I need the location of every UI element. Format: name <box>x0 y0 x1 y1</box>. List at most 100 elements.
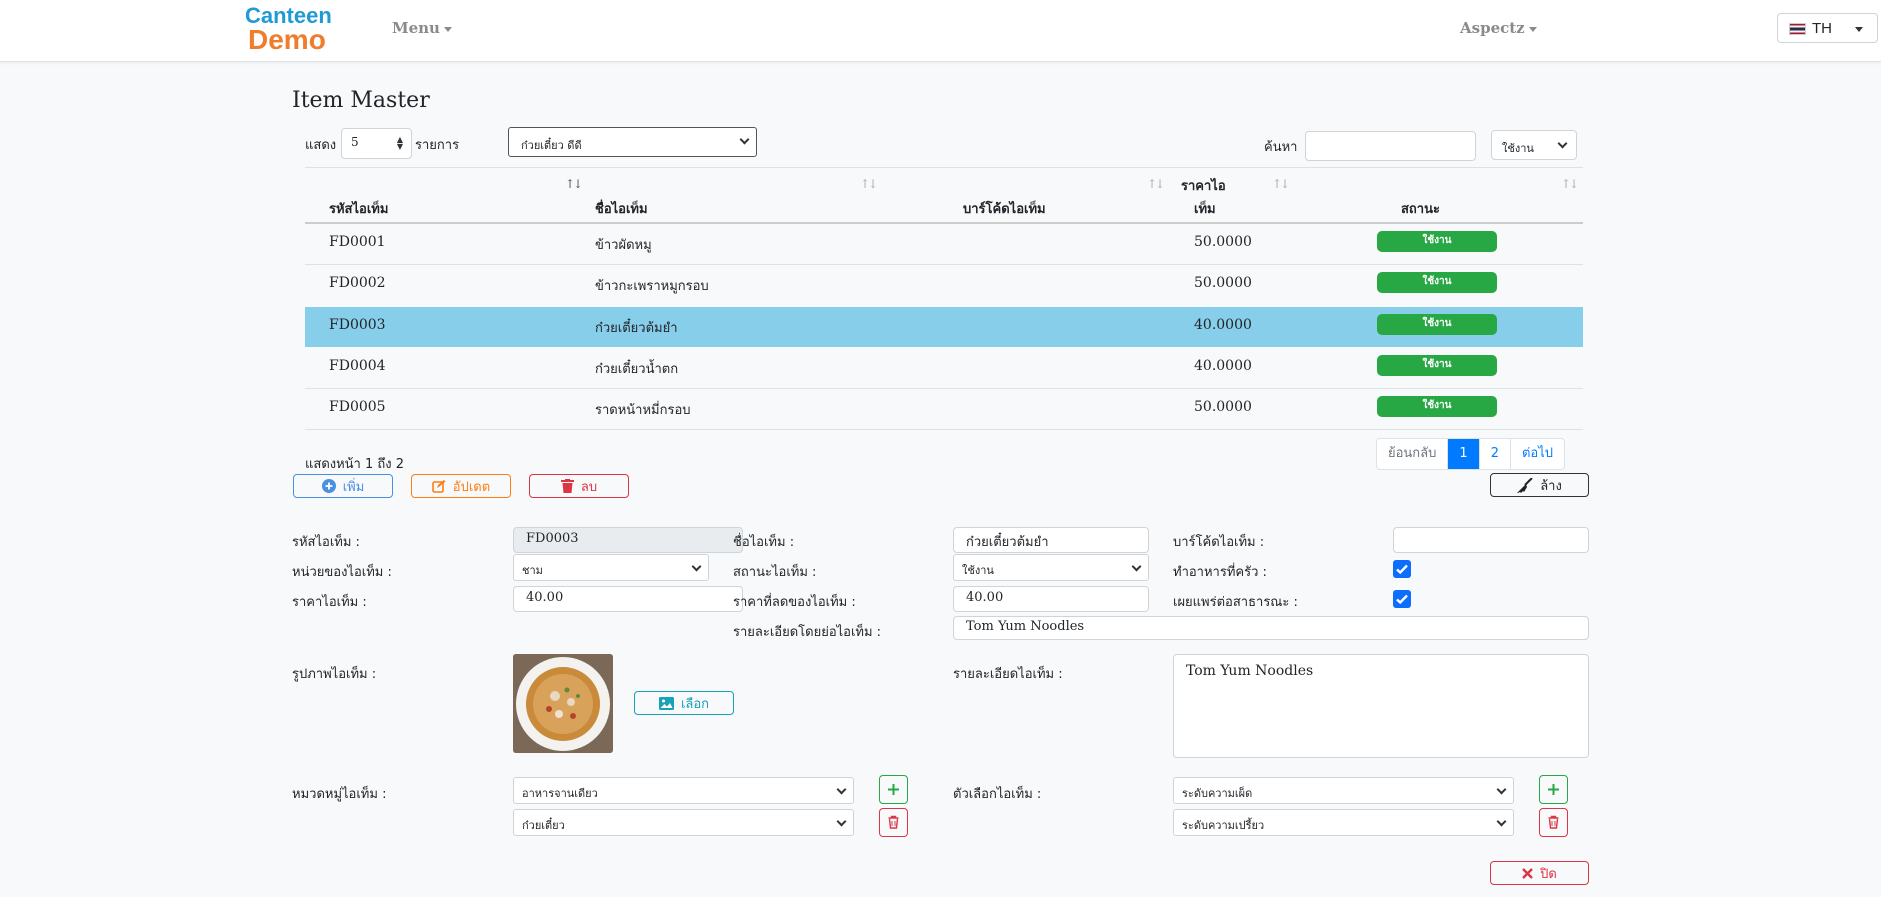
delete-button[interactable]: ลบ <box>529 474 629 498</box>
short-desc-label: รายละเอียดโดยย่อไอเท็ม : <box>733 625 882 640</box>
publish-label: เผยแพร่ต่อสาธารณะ : <box>1173 595 1298 610</box>
publish-checkbox[interactable] <box>1393 590 1411 608</box>
barcode-field[interactable] <box>1393 527 1589 553</box>
add-button[interactable]: เพิ่ม <box>293 474 393 498</box>
page-size-input[interactable]: 5 ▲ ▼ <box>341 128 412 159</box>
table-row-selected[interactable]: FD0003 ก๋วยเตี๋ยวต้มยำ 40.0000 ใช้งาน <box>305 307 1583 347</box>
close-icon <box>1522 867 1533 879</box>
search-input[interactable] <box>1305 131 1476 161</box>
name-field[interactable]: ก๋วยเตี๋ยวต้มยำ <box>953 527 1149 553</box>
pagination: ย้อนกลับ 1 2 ต่อไป <box>1376 438 1566 470</box>
chevron-down-icon <box>1855 27 1863 32</box>
table-top-border <box>305 167 1583 168</box>
sort-asc-icon[interactable]: ↑↓ <box>565 177 583 191</box>
cell-code: FD0003 <box>329 317 386 333</box>
unit-select-value: ชาม <box>522 564 543 577</box>
chevron-down-icon <box>1528 26 1537 32</box>
add-category-button[interactable] <box>879 775 908 804</box>
cell-code: FD0004 <box>329 358 386 374</box>
close-button[interactable]: ปิด <box>1490 861 1589 885</box>
choose-image-button[interactable]: เลือก <box>634 691 734 715</box>
prev-page-button[interactable]: ย้อนกลับ <box>1377 439 1447 469</box>
short-desc-field[interactable]: Tom Yum Noodles <box>953 616 1589 640</box>
plus-icon <box>1548 784 1559 795</box>
category-select-1[interactable]: อาหารจานเดียว <box>513 777 854 804</box>
sort-icon[interactable]: ↑↓ <box>860 177 878 191</box>
cell-price: 50.0000 <box>1194 275 1252 291</box>
status-badge: ใช้งาน <box>1377 231 1497 252</box>
plus-icon <box>888 784 899 795</box>
menu-label: Menu <box>392 19 440 37</box>
cell-name: ข้าวกะเพราหมูกรอบ <box>595 279 709 294</box>
chevron-down-icon <box>1496 784 1507 795</box>
unit-select[interactable]: ชาม <box>513 554 709 581</box>
name-label: ชื่อไอเท็ม : <box>733 535 795 550</box>
chevron-down-icon <box>836 816 847 827</box>
chevron-down-icon <box>836 784 847 795</box>
status-select[interactable]: ใช้งาน <box>953 554 1149 581</box>
page-1-button[interactable]: 1 <box>1447 439 1479 469</box>
th-barcode[interactable]: บาร์โค้ดไอเท็ม <box>963 198 1046 219</box>
plus-circle-icon <box>321 479 336 493</box>
cell-name: ก๋วยเตี๋ยวน้ำตก <box>595 362 679 377</box>
code-label: รหัสไอเท็ม : <box>292 535 360 550</box>
option-select-1[interactable]: ระดับความเผ็ด <box>1173 777 1514 804</box>
table-row[interactable]: FD0001 ข้าวผัดหมู 50.0000 ใช้งาน <box>305 224 1583 264</box>
sort-icon[interactable]: ↑↓ <box>1147 177 1165 191</box>
search-label: ค้นหา <box>1264 140 1298 155</box>
th-code[interactable]: รหัสไอเท็ม <box>329 198 388 219</box>
sort-icon[interactable]: ↑↓ <box>1561 177 1579 191</box>
category-select-2[interactable]: ก๋วยเตี๋ยว <box>513 809 854 836</box>
th-status[interactable]: สถานะ <box>1401 198 1440 219</box>
cell-name: ข้าวผัดหมู <box>595 238 652 253</box>
cell-code: FD0001 <box>329 234 386 250</box>
update-button[interactable]: อัปเดต <box>411 474 511 498</box>
trash-icon <box>888 815 899 829</box>
item-image <box>513 654 613 753</box>
option-select-2[interactable]: ระดับความเปรี้ยว <box>1173 809 1514 836</box>
chevron-down-icon <box>443 26 452 32</box>
status-filter-select[interactable]: ใช้งาน <box>1491 130 1577 160</box>
remove-option-button[interactable] <box>1539 808 1568 837</box>
add-option-button[interactable] <box>1539 775 1568 804</box>
sort-icon[interactable]: ↑↓ <box>1272 177 1290 191</box>
remove-category-button[interactable] <box>879 808 908 837</box>
status-label: สถานะไอเท็ม : <box>733 565 817 580</box>
desc-textarea[interactable]: Tom Yum Noodles <box>1173 654 1589 758</box>
spinner-icon[interactable]: ▲ ▼ <box>397 136 403 151</box>
shop-select[interactable]: ก๋วยเตี๋ยว ดีดี <box>508 127 757 157</box>
cell-price: 40.0000 <box>1194 317 1252 333</box>
brand-logo-line2[interactable]: Demo <box>248 24 326 56</box>
clear-button[interactable]: ล้าง <box>1490 473 1589 497</box>
noodle-bowl-image <box>513 654 613 753</box>
chevron-down-icon <box>1496 816 1507 827</box>
status-badge: ใช้งาน <box>1377 355 1497 376</box>
cell-price: 50.0000 <box>1194 399 1252 415</box>
status-select-value: ใช้งาน <box>962 564 994 577</box>
status-badge: ใช้งาน <box>1377 314 1497 335</box>
user-dropdown[interactable]: Aspectz <box>1460 19 1537 37</box>
add-button-label: เพิ่ม <box>342 479 365 495</box>
discount-price-field[interactable]: 40.00 <box>953 586 1149 612</box>
language-select[interactable]: TH <box>1777 13 1878 43</box>
barcode-label: บาร์โค้ดไอเท็ม : <box>1173 535 1265 550</box>
option-label: ตัวเลือกไอเท็ม : <box>953 787 1042 802</box>
kitchen-checkbox[interactable] <box>1393 560 1411 578</box>
table-row[interactable]: FD0002 ข้าวกะเพราหมูกรอบ 50.0000 ใช้งาน <box>305 265 1583 305</box>
table-row[interactable]: FD0005 ราดหน้าหมี่กรอบ 50.0000 ใช้งาน <box>305 389 1583 429</box>
checkmark-icon <box>1396 564 1408 575</box>
update-button-label: อัปเดต <box>452 479 491 495</box>
cell-code: FD0002 <box>329 275 386 291</box>
th-price-line1[interactable]: ราคาไอ <box>1181 175 1226 196</box>
code-field[interactable]: FD0003 <box>513 527 743 553</box>
next-page-button[interactable]: ต่อไป <box>1509 439 1564 469</box>
price-field[interactable]: 40.00 <box>513 586 743 612</box>
category-label: หมวดหมู่ไอเท็ม : <box>292 787 387 802</box>
trash-icon <box>1548 815 1559 829</box>
table-row[interactable]: FD0004 ก๋วยเตี๋ยวน้ำตก 40.0000 ใช้งาน <box>305 348 1583 388</box>
page-2-button[interactable]: 2 <box>1478 439 1510 469</box>
page-size-value: 5 <box>351 135 359 149</box>
menu-dropdown[interactable]: Menu <box>392 19 452 37</box>
th-price-line2[interactable]: เท็ม <box>1194 198 1216 219</box>
th-name[interactable]: ชื่อไอเท็ม <box>595 198 648 219</box>
